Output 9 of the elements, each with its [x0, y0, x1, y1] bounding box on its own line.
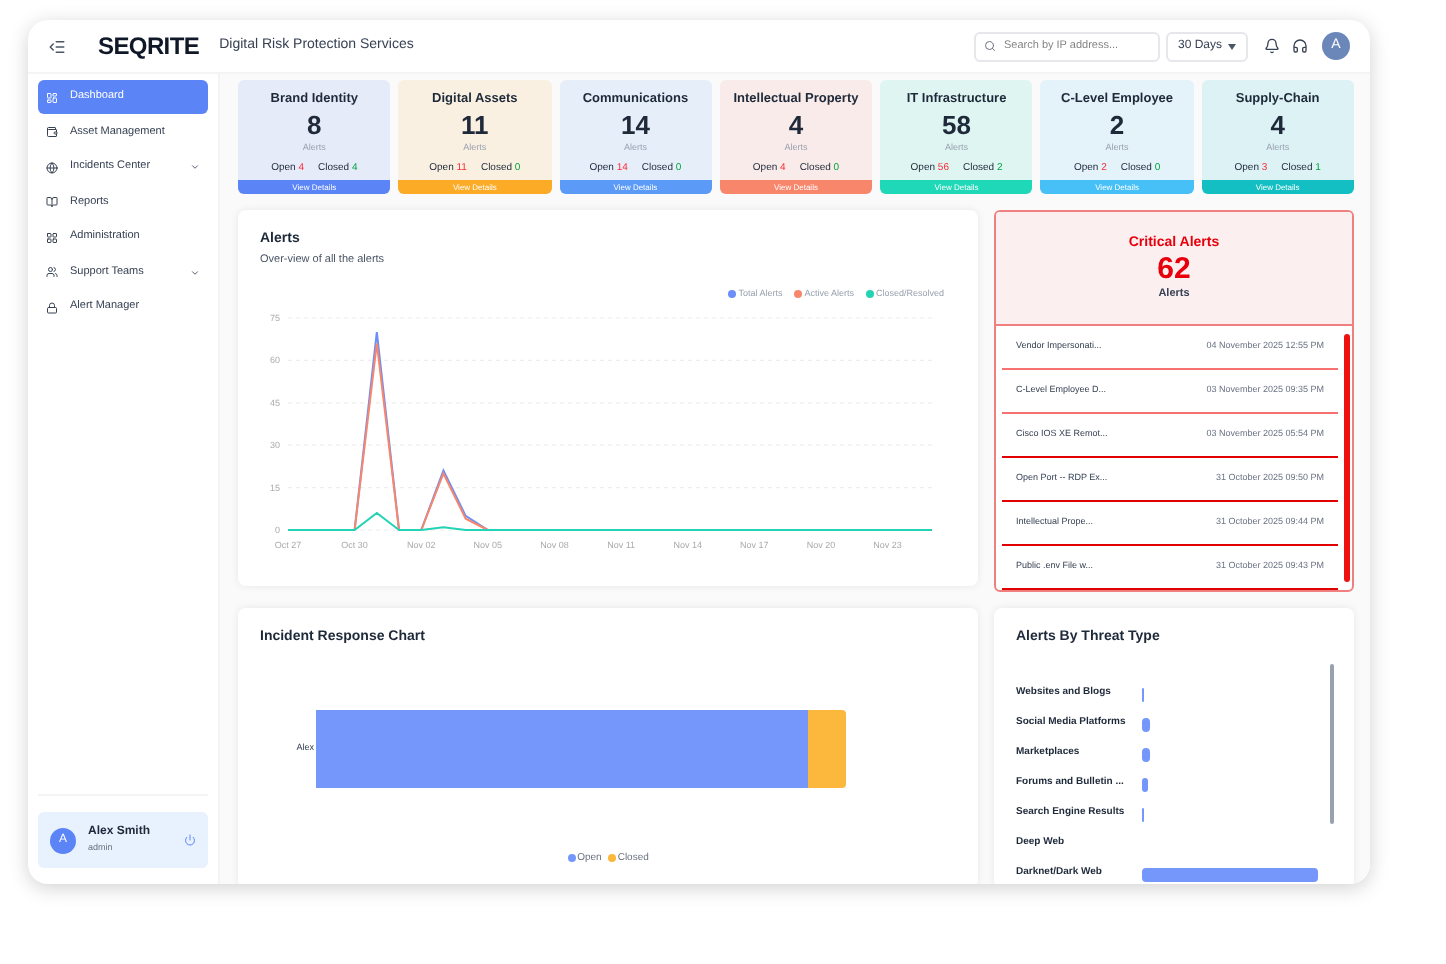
card-count: 58: [942, 109, 971, 140]
card-count: 8: [307, 109, 322, 140]
card-count: 14: [620, 109, 650, 140]
critical-count: 62: [1157, 254, 1191, 287]
card-count: 4: [788, 109, 804, 140]
card-count: 4: [1270, 109, 1285, 140]
card-count: 11: [461, 109, 489, 140]
card-count: 2: [1109, 109, 1125, 140]
logo: SEQRITE: [98, 30, 200, 64]
